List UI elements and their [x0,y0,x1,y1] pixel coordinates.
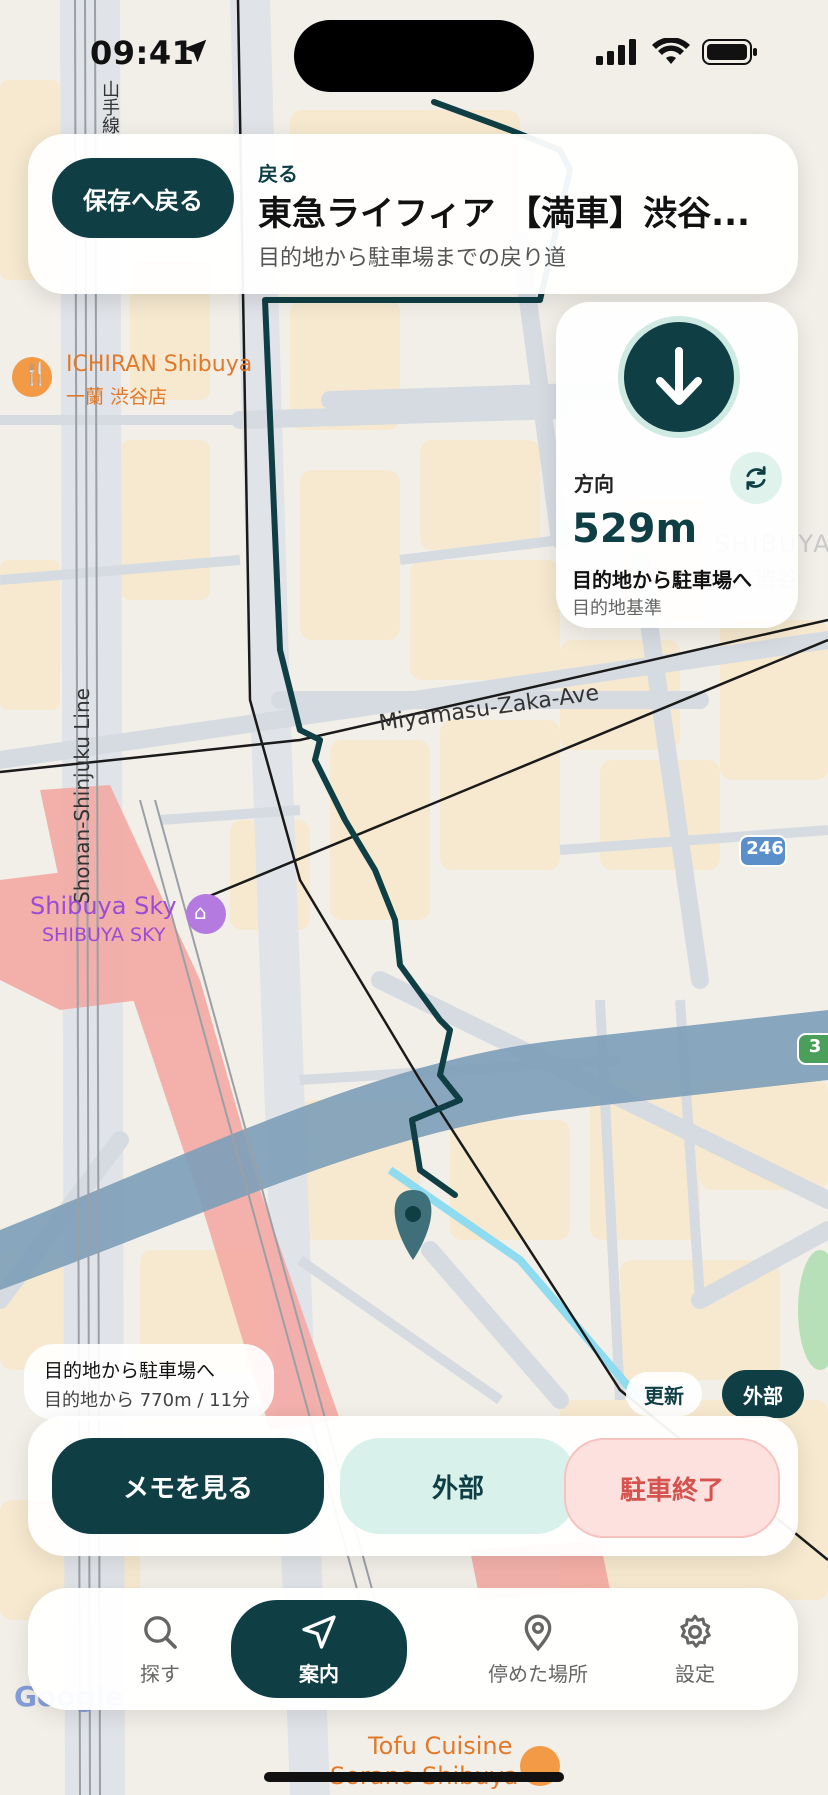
update-button[interactable]: 更新 [626,1372,702,1416]
rail-line-label: Shonan-Shinjuku Line [70,688,94,904]
direction-label: 方向 [574,472,614,496]
home-indicator [264,1772,564,1782]
route-info-pill: 目的地から駐車場へ 目的地から 770m / 11分 [24,1344,274,1420]
remaining-distance: 529m [572,506,698,552]
cellular-signal-icon [596,39,636,65]
location-pin-icon [524,1614,552,1651]
restaurant-icon: 🍴 [22,362,50,387]
route-shield-246: 246 [746,838,784,859]
poi-tofu-label[interactable]: Tofu Cuisine [368,1732,512,1760]
destination-title: 東急ライフィア 【満車】渋谷... [258,194,750,234]
tab-settings[interactable]: 設定 [622,1600,768,1698]
direction-description: 目的地から駐車場へ [572,568,752,592]
tab-settings-label: 設定 [675,1661,715,1686]
tab-navigation[interactable]: 案内 [231,1600,407,1698]
back-to-saved-button[interactable]: 保存へ戻る [52,158,234,238]
tab-navigation-label: 案内 [299,1661,339,1686]
search-icon [144,1615,177,1649]
direction-card: 方向 529m 目的地から駐車場へ 目的地基準 [556,302,798,628]
poi-ichiran-label[interactable]: ICHIRAN Shibuya [66,352,252,377]
direction-note: 目的地基準 [572,598,662,619]
location-arrow-icon [180,36,210,70]
tab-parked-label: 停めた場所 [488,1661,588,1686]
gear-icon [680,1614,711,1648]
action-bar: メモを見る 外部 駐車終了 [28,1416,798,1556]
header-kicker: 戻る [258,162,298,186]
tab-parked-location[interactable]: 停めた場所 [428,1600,648,1698]
tab-bar: 探す 案内 停めた場所 設定 [28,1588,798,1710]
view-memo-button[interactable]: メモを見る [52,1438,324,1534]
tab-search[interactable]: 探す [70,1600,250,1698]
refresh-icon[interactable] [730,452,782,504]
route-info-subtitle: 目的地から 770m / 11分 [44,1390,251,1411]
route-info-title: 目的地から駐車場へ [44,1360,216,1382]
battery-icon [702,39,757,65]
end-parking-button[interactable]: 駐車終了 [564,1438,780,1538]
route-shield-3: 3 [808,1036,822,1057]
status-icons [596,38,758,66]
external-map-button[interactable]: 外部 [722,1370,804,1418]
yamanote-line-label: 山手線 [99,80,120,134]
poi-shibuya-sky-label[interactable]: Shibuya Sky [30,892,177,920]
route-header-card: 保存へ戻る 戻る 東急ライフィア 【満車】渋谷... 目的地から駐車場までの戻り… [28,134,798,294]
status-time: 09:41 [90,34,195,72]
navigation-arrow-icon [302,1614,336,1649]
poi-shibuya-sky-en-label: SHIBUYA SKY [42,924,166,946]
route-subtitle: 目的地から駐車場までの戻り道 [258,246,567,271]
arrow-down-icon [624,322,734,432]
tab-search-label: 探す [140,1661,180,1686]
dynamic-island [294,20,534,92]
wifi-icon [652,38,690,64]
poi-ichiran-jp-label: 一蘭 渋谷店 [66,386,168,408]
external-app-button[interactable]: 外部 [340,1438,576,1534]
attraction-icon: ⌂ [194,900,207,924]
